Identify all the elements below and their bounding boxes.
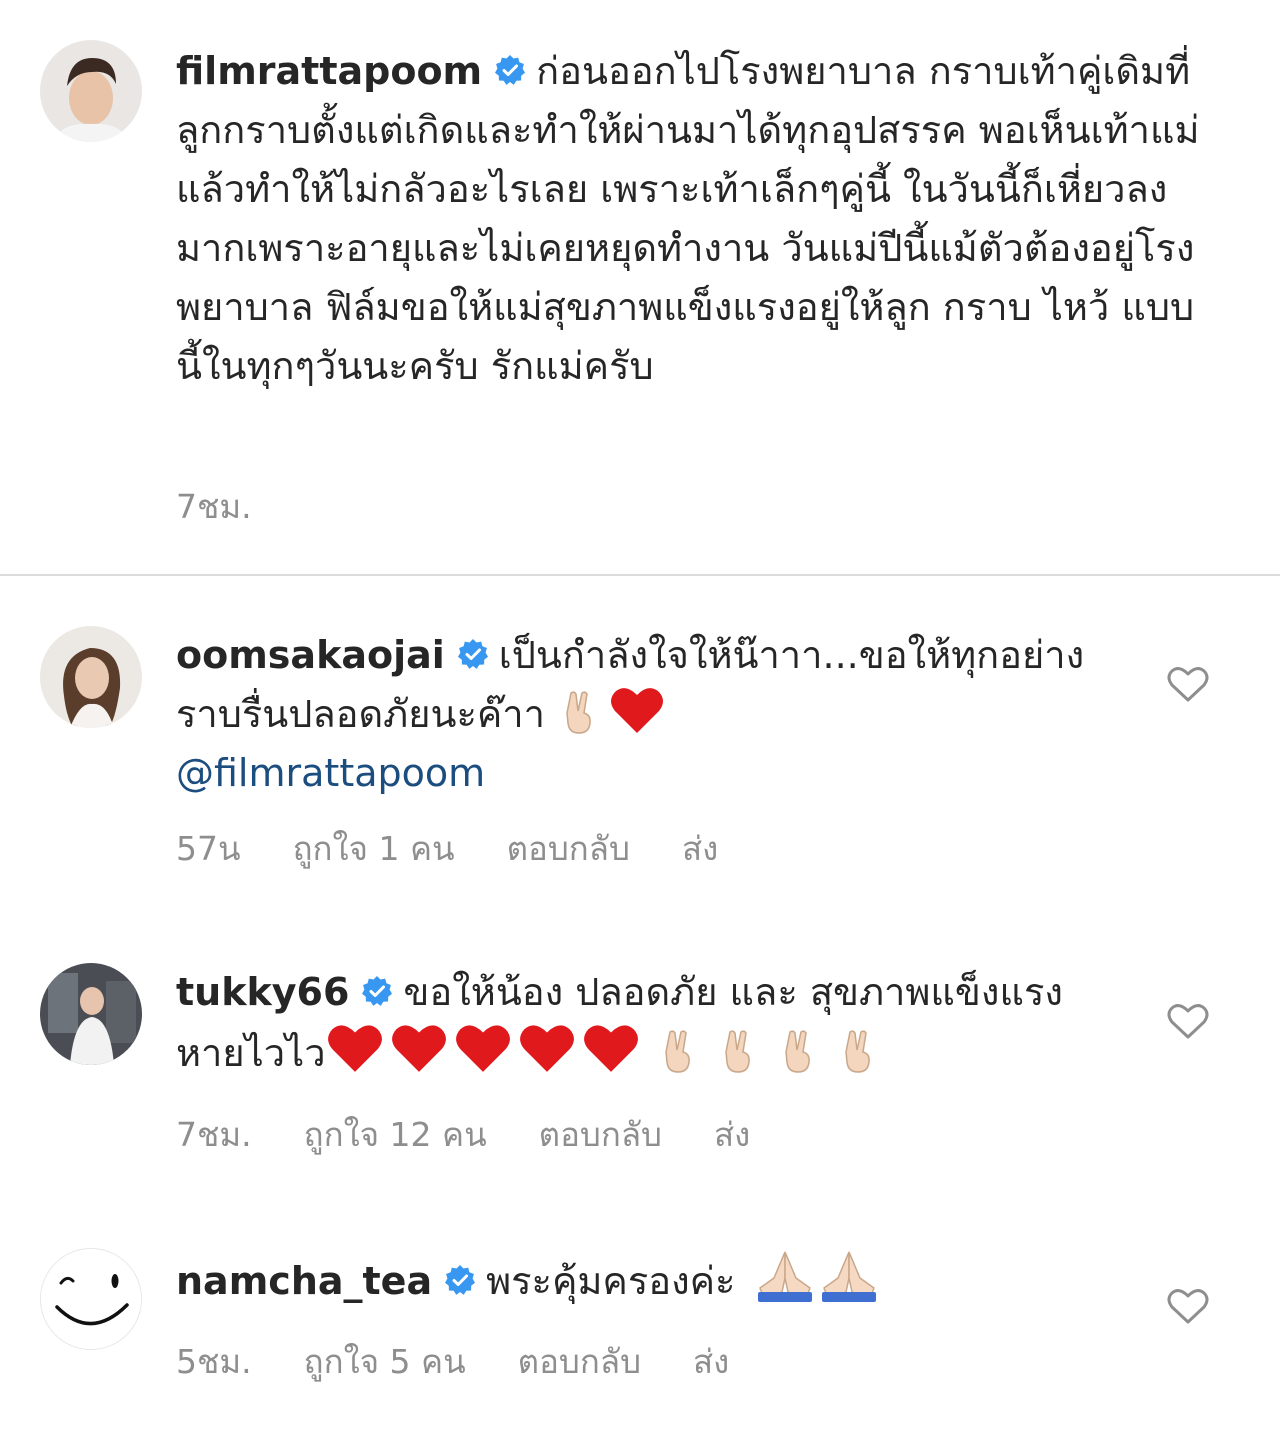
red-heart-emoji-icon <box>327 1025 382 1072</box>
verified-badge-icon <box>495 55 526 85</box>
like-heart-icon[interactable] <box>1167 1287 1209 1325</box>
comment-body: tukky66 ขอให้น้อง ปลอดภัย และ สุขภาพแข็งแ… <box>176 963 1116 1083</box>
avatar-filmrattapoom[interactable] <box>40 40 142 142</box>
divider <box>0 574 1280 576</box>
comment-meta: 5ชม. ถูกใจ 5 คน ตอบกลับ ส่ง <box>176 1335 781 1388</box>
caption-body: filmrattapoom ก่อนออกไปโรงพยาบาล กราบเท้า… <box>176 42 1216 396</box>
likes-count[interactable]: ถูกใจ 1 คน <box>293 822 455 875</box>
like-heart-icon[interactable] <box>1167 1002 1209 1040</box>
caption-text: ก่อนออกไปโรงพยาบาล กราบเท้าคู่เดิมที่ลูก… <box>176 49 1200 388</box>
mention-link[interactable]: @filmrattapoom <box>176 751 485 795</box>
likes-count[interactable]: ถูกใจ 12 คน <box>304 1108 487 1161</box>
like-heart-icon[interactable] <box>1167 665 1209 703</box>
timestamp: 7ชม. <box>176 487 252 526</box>
avatar-tukky66[interactable] <box>40 963 142 1065</box>
send-button[interactable]: ส่ง <box>682 822 718 875</box>
folded-hands-emoji-icon <box>821 1251 876 1302</box>
comment-body: oomsakaojai เป็นกำลังใจให้น๊าาา...ขอให้ทุ… <box>176 626 1116 803</box>
send-button[interactable]: ส่ง <box>714 1108 750 1161</box>
comment-meta: 57น ถูกใจ 1 คน ตอบกลับ ส่ง <box>176 822 770 875</box>
folded-hands-emoji-icon <box>757 1251 812 1302</box>
username[interactable]: oomsakaojai <box>176 633 445 677</box>
victory-hand-emoji-icon <box>566 691 591 734</box>
likes-count[interactable]: ถูกใจ 5 คน <box>304 1335 466 1388</box>
red-heart-emoji-icon <box>519 1025 574 1072</box>
verified-badge-icon <box>457 639 488 669</box>
red-heart-emoji-icon <box>583 1025 638 1072</box>
comment-meta: 7ชม. ถูกใจ 12 คน ตอบกลับ ส่ง <box>176 1108 802 1161</box>
comment-text: พระคุ้มครองค่ะ <box>486 1259 736 1303</box>
timestamp: 7ชม. <box>176 1115 252 1154</box>
victory-hand-emoji-icon <box>784 1030 810 1073</box>
victory-hand-emoji-icon <box>724 1030 750 1073</box>
timestamp: 5ชม. <box>176 1342 252 1381</box>
username[interactable]: tukky66 <box>176 970 349 1014</box>
send-button[interactable]: ส่ง <box>693 1335 729 1388</box>
victory-hand-emoji-icon <box>664 1030 690 1073</box>
caption-meta: 7ชม. <box>176 480 304 533</box>
reply-button[interactable]: ตอบกลับ <box>507 822 630 875</box>
username[interactable]: filmrattapoom <box>176 49 482 93</box>
timestamp: 57น <box>176 829 241 868</box>
username[interactable]: namcha_tea <box>176 1259 432 1303</box>
red-heart-emoji-icon <box>611 688 664 733</box>
victory-hand-emoji-icon <box>844 1030 870 1073</box>
red-heart-emoji-icon <box>391 1025 446 1072</box>
verified-badge-icon <box>362 976 393 1006</box>
avatar-namcha-tea[interactable] <box>40 1248 142 1350</box>
comment-body: namcha_tea พระคุ้มครองค่ะ <box>176 1248 1116 1311</box>
avatar-oomsakaojai[interactable] <box>40 626 142 728</box>
reply-button[interactable]: ตอบกลับ <box>539 1108 662 1161</box>
reply-button[interactable]: ตอบกลับ <box>518 1335 641 1388</box>
red-heart-emoji-icon <box>455 1025 510 1072</box>
verified-badge-icon <box>445 1265 476 1295</box>
